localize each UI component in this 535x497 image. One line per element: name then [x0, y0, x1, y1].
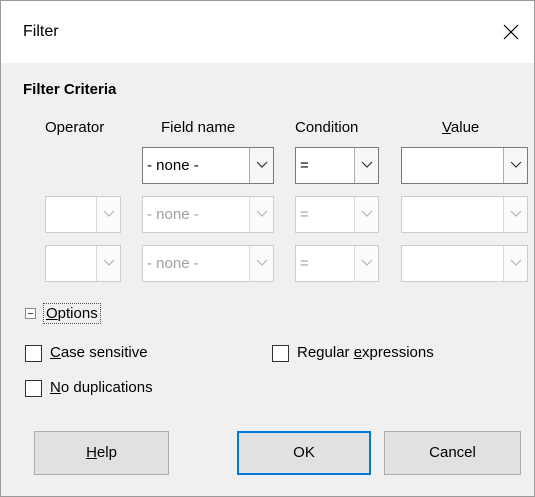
- close-icon: [503, 24, 519, 40]
- condition-header: Condition: [295, 119, 359, 136]
- no-duplications-label: No duplications: [50, 379, 153, 396]
- operator-dropdown-button-2[interactable]: [96, 197, 120, 232]
- value-dropdown-button-3[interactable]: [503, 246, 527, 281]
- dialog-title: Filter: [23, 23, 59, 40]
- chevron-down-icon: [103, 210, 115, 217]
- value-header: Value: [442, 119, 480, 136]
- value-dropdown-button-1[interactable]: [503, 148, 527, 183]
- operator-dropdown-button-3[interactable]: [96, 246, 120, 281]
- value-combo-3[interactable]: [401, 245, 528, 282]
- chevron-down-icon: [103, 259, 115, 266]
- help-button-label: Help: [86, 444, 117, 461]
- condition-dropdown-button-3[interactable]: [354, 246, 378, 281]
- condition-dropdown-button-1[interactable]: [354, 148, 378, 183]
- ok-button-label: OK: [293, 444, 315, 461]
- filter-dialog: Filter Filter Criteria Operator Field na…: [0, 0, 535, 497]
- field-name-value-1: - none -: [147, 157, 199, 174]
- chevron-down-icon: [256, 161, 268, 168]
- condition-combo-1[interactable]: =: [295, 147, 379, 184]
- field-name-combo-3[interactable]: - none -: [142, 245, 274, 282]
- ok-button[interactable]: OK: [237, 431, 371, 475]
- title-bar: Filter: [1, 1, 534, 63]
- condition-combo-3[interactable]: =: [295, 245, 379, 282]
- chevron-down-icon: [361, 210, 373, 217]
- operator-header: Operator: [45, 119, 105, 136]
- chevron-down-icon: [361, 259, 373, 266]
- condition-value-1: =: [300, 157, 309, 174]
- cancel-button[interactable]: Cancel: [384, 431, 521, 475]
- field-name-dropdown-button-1[interactable]: [249, 148, 273, 183]
- field-name-dropdown-button-2[interactable]: [249, 197, 273, 232]
- chevron-down-icon: [510, 161, 522, 168]
- chevron-down-icon: [256, 210, 268, 217]
- condition-value-2: =: [300, 206, 309, 223]
- field-name-combo-2[interactable]: - none -: [142, 196, 274, 233]
- no-duplications-box[interactable]: [25, 380, 42, 397]
- value-dropdown-button-2[interactable]: [503, 197, 527, 232]
- options-label: Options: [43, 303, 101, 324]
- regular-expressions-label: Regular expressions: [297, 344, 434, 361]
- chevron-down-icon: [510, 259, 522, 266]
- filter-criteria-title: Filter Criteria: [23, 81, 117, 98]
- operator-combo-3[interactable]: [45, 245, 121, 282]
- condition-value-3: =: [300, 255, 309, 272]
- value-combo-2[interactable]: [401, 196, 528, 233]
- case-sensitive-box[interactable]: [25, 345, 42, 362]
- case-sensitive-label: Case sensitive: [50, 344, 148, 361]
- operator-combo-2[interactable]: [45, 196, 121, 233]
- collapse-icon[interactable]: [25, 308, 36, 319]
- value-combo-1[interactable]: [401, 147, 528, 184]
- field-name-header: Field name: [161, 119, 236, 136]
- field-name-value-3: - none -: [147, 255, 199, 272]
- chevron-down-icon: [510, 210, 522, 217]
- regular-expressions-box[interactable]: [272, 345, 289, 362]
- help-button[interactable]: Help: [34, 431, 169, 475]
- field-name-dropdown-button-3[interactable]: [249, 246, 273, 281]
- close-button[interactable]: [488, 1, 534, 63]
- cancel-button-label: Cancel: [429, 444, 476, 461]
- condition-combo-2[interactable]: =: [295, 196, 379, 233]
- field-name-value-2: - none -: [147, 206, 199, 223]
- chevron-down-icon: [256, 259, 268, 266]
- chevron-down-icon: [361, 161, 373, 168]
- condition-dropdown-button-2[interactable]: [354, 197, 378, 232]
- field-name-combo-1[interactable]: - none -: [142, 147, 274, 184]
